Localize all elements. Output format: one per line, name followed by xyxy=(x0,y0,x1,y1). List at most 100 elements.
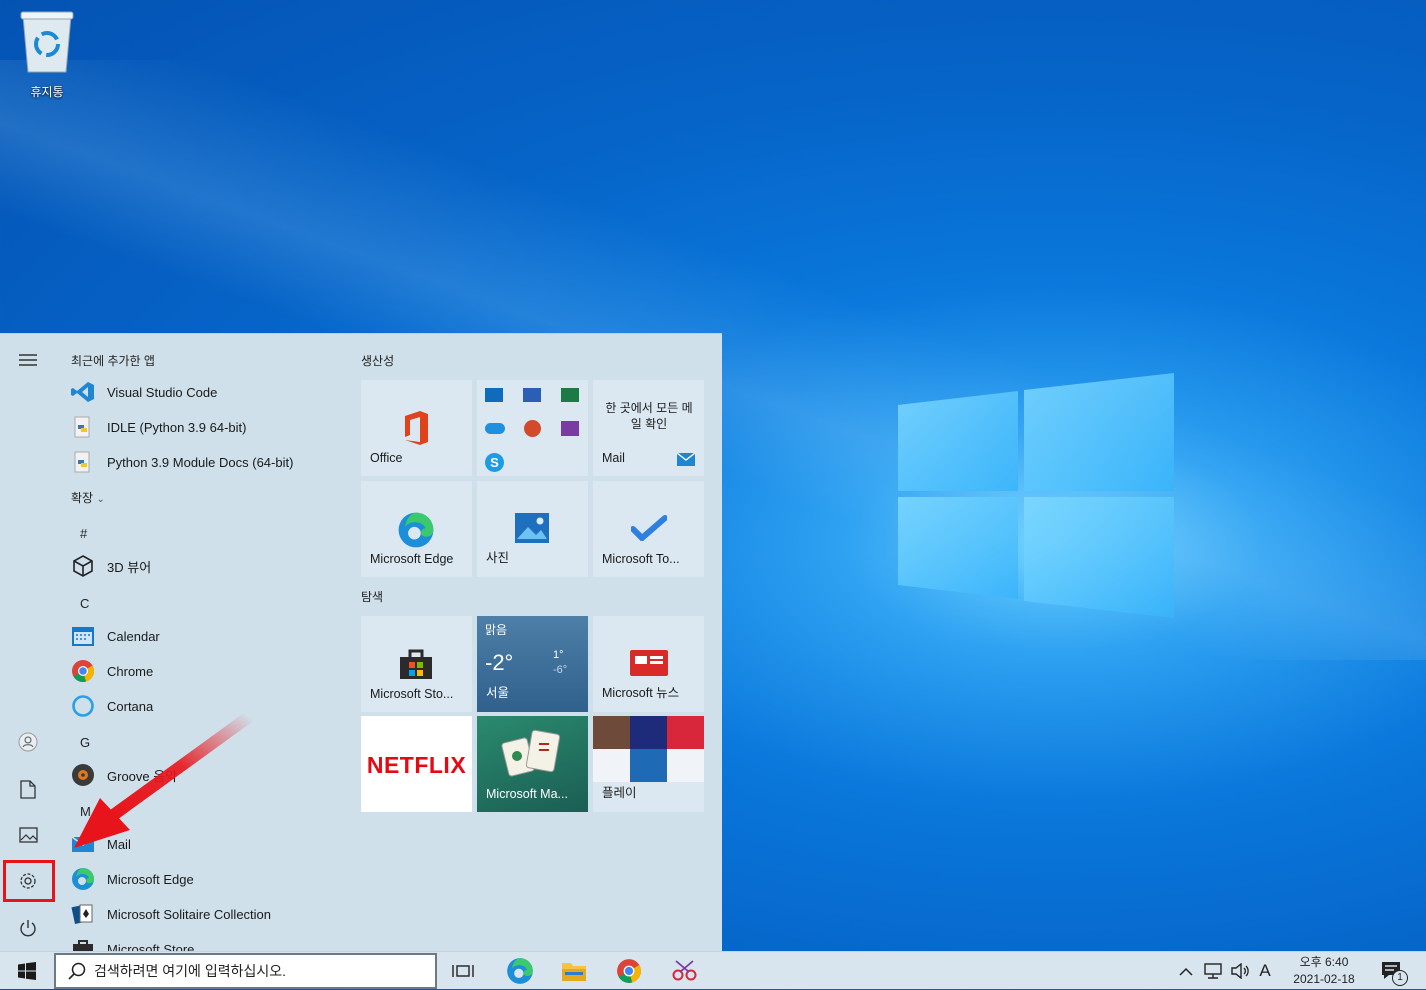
tile-netflix[interactable]: NETFLIX xyxy=(361,716,472,812)
app-python-module-docs[interactable]: Python 3.9 Module Docs (64-bit) xyxy=(70,447,350,477)
store-icon xyxy=(70,936,96,951)
network-icon xyxy=(1204,963,1222,979)
app-3d-viewer[interactable]: 3D 뷰어 xyxy=(70,551,350,581)
taskbar-chrome[interactable] xyxy=(611,952,647,990)
dolby-icon xyxy=(630,716,667,749)
onedrive-icon xyxy=(485,423,505,434)
tile-group-productivity-title: 생산성 xyxy=(361,354,395,368)
user-account-icon[interactable] xyxy=(14,728,42,756)
search-placeholder: 검색하려면 여기에 입력하십시오. xyxy=(94,963,286,979)
app-label: Microsoft Store xyxy=(107,941,195,952)
onenote-icon xyxy=(561,421,579,436)
weather-temperature: -2° xyxy=(485,650,514,675)
security-app-icon xyxy=(630,749,667,782)
tile-photos[interactable]: 사진 xyxy=(477,481,588,577)
store-icon xyxy=(400,649,432,679)
game-thumbnail-icon xyxy=(593,716,630,749)
weather-high: 1° xyxy=(553,649,564,661)
weather-low: -6° xyxy=(553,664,568,676)
pictures-icon[interactable] xyxy=(14,821,42,849)
tile-play-folder[interactable]: 플레이 xyxy=(593,716,704,812)
tile-office-apps-folder[interactable]: S xyxy=(477,380,588,476)
recent-header: 최근에 추가한 앱 xyxy=(71,354,155,368)
recycle-bin[interactable]: 휴지통 xyxy=(10,8,84,100)
todo-check-icon xyxy=(631,515,667,541)
excel-icon xyxy=(561,388,579,402)
recycle-bin-label: 휴지통 xyxy=(30,85,64,99)
tile-weather[interactable]: 맑음 -2° 1° -6° 서울 xyxy=(477,616,588,712)
python-icon xyxy=(70,449,96,475)
ime-indicator[interactable]: A xyxy=(1254,952,1276,990)
chevron-down-icon: ⌄ xyxy=(96,494,105,505)
word-icon xyxy=(523,388,541,402)
tile-microsoft-edge[interactable]: Microsoft Edge xyxy=(361,481,472,577)
taskbar-file-explorer[interactable] xyxy=(556,952,592,990)
section-letter-c[interactable]: C xyxy=(80,596,89,611)
app-microsoft-edge[interactable]: Microsoft Edge xyxy=(70,864,350,894)
notification-count-badge: 1 xyxy=(1392,970,1408,986)
chevron-up-icon xyxy=(1179,967,1193,976)
cube-icon xyxy=(70,553,96,579)
tile-label: Microsoft Edge xyxy=(370,552,454,566)
office-icon xyxy=(405,411,428,445)
app-idle-python[interactable]: IDLE (Python 3.9 64-bit) xyxy=(70,412,350,442)
scissors-icon xyxy=(672,960,697,981)
clock-date: 2021-02-18 xyxy=(1293,972,1355,986)
taskbar-snipping-tool[interactable] xyxy=(667,952,703,990)
tile-label: 사진 xyxy=(486,551,510,565)
tile-microsoft-store[interactable]: Microsoft Sto... xyxy=(361,616,472,712)
tile-mail[interactable]: 한 곳에서 모든 메일 확인 Mail xyxy=(593,380,704,476)
tile-label: Microsoft 뉴스 xyxy=(602,686,680,700)
annotation-arrow xyxy=(74,712,256,848)
photos-icon xyxy=(515,513,549,543)
taskbar-search-box[interactable]: 검색하려면 여기에 입력하십시오. xyxy=(54,953,437,989)
tile-microsoft-todo[interactable]: Microsoft To... xyxy=(593,481,704,577)
power-icon[interactable] xyxy=(14,914,42,942)
app-label: Microsoft Solitaire Collection xyxy=(107,906,272,922)
app-visual-studio-code[interactable]: Visual Studio Code xyxy=(70,377,350,407)
task-view-icon xyxy=(452,965,474,977)
solitaire-icon xyxy=(70,901,96,927)
section-letter-hash[interactable]: # xyxy=(80,526,87,541)
chrome-icon xyxy=(70,658,96,684)
chrome-icon xyxy=(617,959,641,983)
tile-label: Mail xyxy=(602,451,625,465)
volume-button[interactable] xyxy=(1228,952,1252,990)
settings-gear-icon[interactable] xyxy=(14,867,42,895)
camera-app-icon xyxy=(667,716,704,749)
tile-microsoft-mahjong[interactable]: Microsoft Ma... xyxy=(477,716,588,812)
audio-app-icon xyxy=(593,749,630,782)
windows-wallpaper-logo xyxy=(898,373,1174,618)
search-icon xyxy=(68,962,86,980)
app-chrome[interactable]: Chrome xyxy=(70,656,350,686)
tile-office[interactable]: Office xyxy=(361,380,472,476)
tile-label: 플레이 xyxy=(602,786,637,800)
documents-icon[interactable] xyxy=(14,775,42,803)
hamburger-icon[interactable] xyxy=(14,346,42,374)
action-center-button[interactable]: 1 xyxy=(1374,952,1410,990)
vscode-icon xyxy=(70,379,96,405)
network-button[interactable] xyxy=(1200,952,1226,990)
speaker-icon xyxy=(1231,963,1249,979)
start-button[interactable] xyxy=(0,952,54,990)
edge-icon xyxy=(507,958,533,984)
news-icon xyxy=(630,650,668,676)
edge-icon xyxy=(70,866,96,892)
expand-button[interactable]: 확장 ⌄ xyxy=(71,489,105,506)
taskbar-edge[interactable] xyxy=(502,952,538,990)
calendar-icon xyxy=(70,623,96,649)
mail-tile-caption: 한 곳에서 모든 메일 확인 xyxy=(605,401,693,431)
app-solitaire[interactable]: Microsoft Solitaire Collection xyxy=(70,899,350,929)
app-calendar[interactable]: Calendar xyxy=(70,621,350,651)
start-rail xyxy=(0,334,56,951)
clock-button[interactable]: 오후 6:40 2021-02-18 xyxy=(1282,952,1366,990)
show-hidden-icons-button[interactable] xyxy=(1175,952,1197,990)
app-microsoft-store[interactable]: Microsoft Store xyxy=(70,934,350,951)
weather-condition: 맑음 xyxy=(485,623,508,637)
app-label: Calendar xyxy=(107,628,160,644)
powerpoint-icon xyxy=(524,420,541,437)
windows-start-icon xyxy=(18,962,36,980)
task-view-button[interactable] xyxy=(446,952,480,990)
app-label: Chrome xyxy=(107,663,154,679)
tile-microsoft-news[interactable]: Microsoft 뉴스 xyxy=(593,616,704,712)
